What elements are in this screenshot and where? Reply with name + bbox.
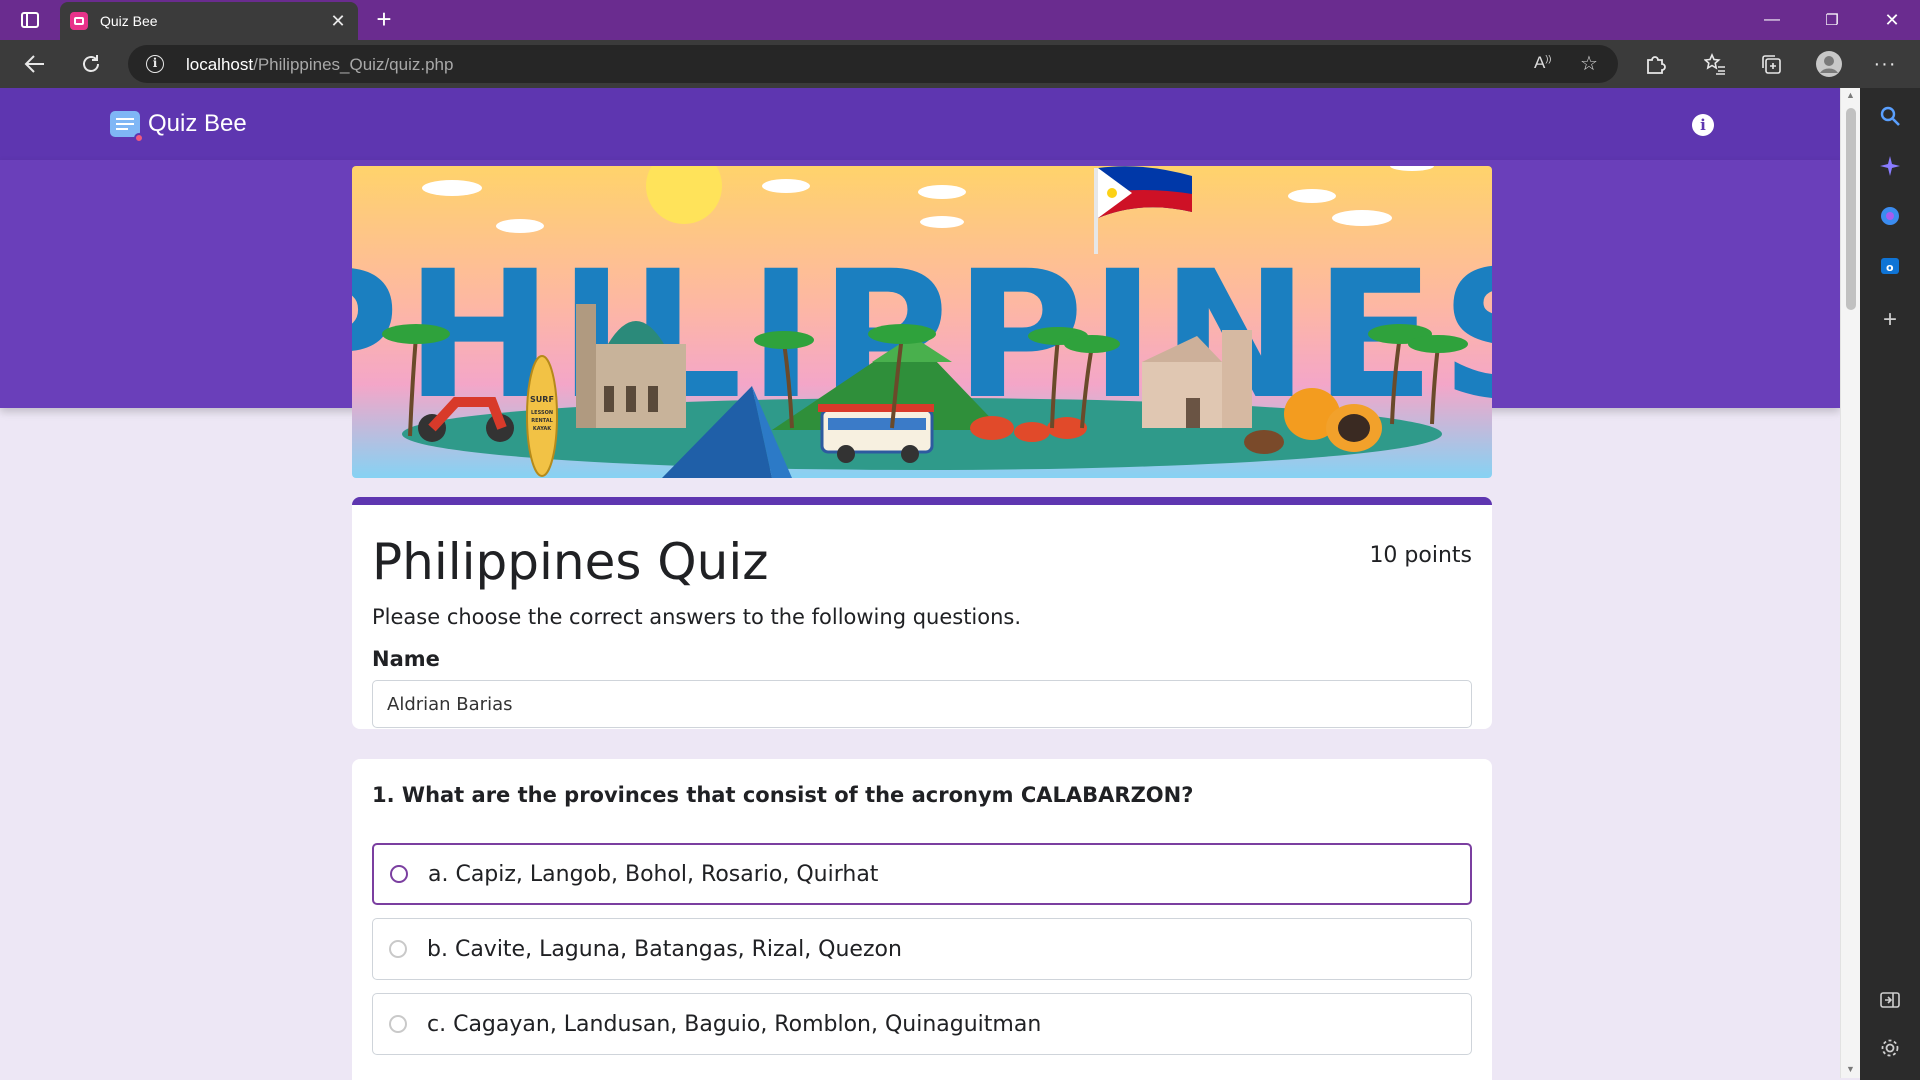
option-label: c. Cagayan, Landusan, Baguio, Romblon, Q… xyxy=(427,1011,1042,1037)
sidebar-copilot-button[interactable] xyxy=(1876,152,1904,180)
favorites-button[interactable] xyxy=(1700,50,1730,78)
panel-collapse-icon xyxy=(1880,992,1900,1008)
browser-toolbar: i localhost/Philippines_Quiz/quiz.php A)… xyxy=(0,40,1920,88)
new-tab-button[interactable]: + xyxy=(368,4,400,36)
extensions-button[interactable] xyxy=(1640,50,1670,78)
radio-button-icon[interactable] xyxy=(389,1015,407,1033)
quiz-title: Philippines Quiz xyxy=(372,533,769,591)
back-arrow-icon xyxy=(24,55,44,73)
philippines-banner-image: PHILIPPINES xyxy=(352,166,1492,478)
sparkle-icon xyxy=(1880,156,1900,176)
brand-name: Quiz Bee xyxy=(148,110,247,137)
back-button[interactable] xyxy=(20,50,50,78)
surf-sign-line1: SURF xyxy=(530,395,554,404)
site-info-icon[interactable]: i xyxy=(146,55,164,73)
quiz-favicon-icon xyxy=(70,12,88,30)
scroll-down-arrow-icon[interactable]: ▼ xyxy=(1846,1064,1855,1074)
quiz-description: Please choose the correct answers to the… xyxy=(372,605,1022,629)
quiz-header-card: Philippines Quiz 10 points Please choose… xyxy=(352,497,1492,729)
surf-sign-line4: KAYAK xyxy=(533,426,552,432)
reload-button[interactable] xyxy=(76,50,106,78)
sidebar-add-button[interactable]: + xyxy=(1876,306,1904,334)
search-icon xyxy=(1880,106,1900,126)
surf-sign-line3: RENTAL xyxy=(531,418,553,424)
browser-tab[interactable]: Quiz Bee ✕ xyxy=(60,2,358,40)
address-bar[interactable]: i localhost/Philippines_Quiz/quiz.php A)… xyxy=(128,45,1618,83)
chat-logo-icon xyxy=(110,111,144,143)
minimize-button[interactable]: — xyxy=(1744,0,1800,40)
svg-text:o: o xyxy=(1886,261,1894,274)
question-text: 1. What are the provinces that consist o… xyxy=(372,783,1194,807)
surf-sign-line2: LESSON xyxy=(531,410,553,416)
sidebar-search-button[interactable] xyxy=(1876,102,1904,130)
edge-sidebar: o + xyxy=(1860,88,1920,1080)
collections-button[interactable] xyxy=(1756,50,1786,78)
sidebar-hide-button[interactable] xyxy=(1876,986,1904,1014)
sidebar-settings-button[interactable] xyxy=(1876,1034,1904,1062)
site-navbar: Quiz Bee i xyxy=(0,88,1840,160)
outlook-icon: o xyxy=(1881,258,1899,274)
tab-close-button[interactable]: ✕ xyxy=(328,11,348,32)
radio-button-icon[interactable] xyxy=(389,940,407,958)
radio-button-icon[interactable] xyxy=(390,865,408,883)
sidebar-bing-button[interactable] xyxy=(1876,202,1904,230)
scrollbar-thumb[interactable] xyxy=(1846,108,1856,310)
tab-title: Quiz Bee xyxy=(100,13,158,29)
more-menu-button[interactable]: ··· xyxy=(1870,50,1900,78)
page-scrollbar[interactable]: ▲ ▼ xyxy=(1840,88,1860,1078)
sidebar-toggle-icon xyxy=(21,12,39,28)
puzzle-icon xyxy=(1647,56,1666,74)
profile-avatar-icon xyxy=(1816,51,1842,77)
brand-link[interactable]: Quiz Bee xyxy=(110,110,247,143)
page-viewport: Quiz Bee i SURF LESSON RENTAL KAYAK Phil… xyxy=(0,88,1840,1080)
tab-actions-button[interactable] xyxy=(12,8,48,32)
question-card: 1. What are the provinces that consist o… xyxy=(352,759,1492,1080)
favorites-list-icon xyxy=(1704,53,1725,75)
quiz-points: 10 points xyxy=(1369,543,1472,568)
copilot-icon xyxy=(1881,207,1899,225)
scroll-up-arrow-icon[interactable]: ▲ xyxy=(1846,90,1855,100)
option-c[interactable]: c. Cagayan, Landusan, Baguio, Romblon, Q… xyxy=(372,993,1472,1055)
info-button[interactable]: i xyxy=(1692,114,1714,136)
option-label: b. Cavite, Laguna, Batangas, Rizal, Quez… xyxy=(427,936,902,962)
option-label: a. Capiz, Langob, Bohol, Rosario, Quirha… xyxy=(428,861,879,887)
add-favorite-icon[interactable]: ☆ xyxy=(1580,51,1598,76)
collections-icon xyxy=(1762,55,1781,74)
tab-bar: Quiz Bee ✕ + — ❐ ✕ xyxy=(0,0,1920,40)
option-b[interactable]: b. Cavite, Laguna, Batangas, Rizal, Quez… xyxy=(372,918,1472,980)
restore-button[interactable]: ❐ xyxy=(1804,0,1860,40)
read-aloud-icon[interactable]: A)) xyxy=(1534,53,1551,73)
gear-icon xyxy=(1881,1039,1899,1057)
name-input[interactable] xyxy=(372,680,1472,728)
option-a[interactable]: a. Capiz, Langob, Bohol, Rosario, Quirha… xyxy=(372,843,1472,905)
reload-icon xyxy=(83,55,99,72)
close-window-button[interactable]: ✕ xyxy=(1864,0,1920,40)
url-text[interactable]: localhost/Philippines_Quiz/quiz.php xyxy=(186,55,453,75)
profile-button[interactable] xyxy=(1814,50,1844,78)
name-label: Name xyxy=(372,647,440,671)
sidebar-outlook-button[interactable]: o xyxy=(1876,252,1904,280)
